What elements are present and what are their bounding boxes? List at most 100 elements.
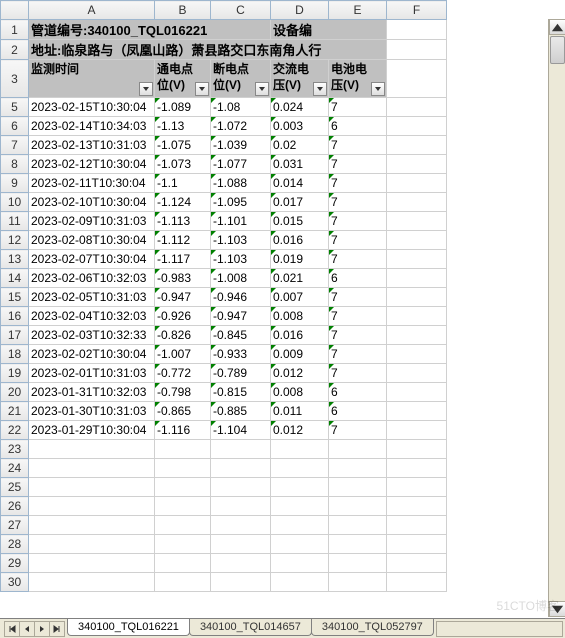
cell-ac[interactable]: 0.019 bbox=[271, 250, 329, 269]
row-header[interactable]: 24 bbox=[1, 459, 29, 478]
cell-time[interactable]: 2023-02-13T10:31:03 bbox=[29, 136, 155, 155]
cell-on[interactable]: -0.826 bbox=[155, 326, 211, 345]
cell-ac[interactable]: 0.021 bbox=[271, 269, 329, 288]
cell[interactable] bbox=[29, 554, 155, 573]
col-header-A[interactable]: A bbox=[29, 1, 155, 20]
cell[interactable] bbox=[387, 440, 447, 459]
cell-off[interactable]: -1.08 bbox=[211, 98, 271, 117]
cell[interactable] bbox=[29, 478, 155, 497]
cell[interactable] bbox=[387, 345, 447, 364]
cell[interactable] bbox=[387, 554, 447, 573]
cell[interactable] bbox=[387, 231, 447, 250]
cell-on[interactable]: -1.073 bbox=[155, 155, 211, 174]
row-header[interactable]: 27 bbox=[1, 516, 29, 535]
cell-off[interactable]: -0.789 bbox=[211, 364, 271, 383]
header-battery-voltage[interactable]: 电池电压(V) bbox=[329, 60, 387, 98]
cell[interactable] bbox=[329, 459, 387, 478]
cell[interactable] bbox=[387, 421, 447, 440]
select-all-corner[interactable] bbox=[1, 1, 29, 20]
cell-on[interactable]: -1.1 bbox=[155, 174, 211, 193]
cell-on[interactable]: -0.947 bbox=[155, 288, 211, 307]
header-off-potential[interactable]: 断电点位(V) bbox=[211, 60, 271, 98]
row-header[interactable]: 29 bbox=[1, 554, 29, 573]
cell[interactable] bbox=[211, 478, 271, 497]
cell[interactable] bbox=[29, 440, 155, 459]
cell-time[interactable]: 2023-02-14T10:34:03 bbox=[29, 117, 155, 136]
cell[interactable] bbox=[329, 478, 387, 497]
cell-ac[interactable]: 0.008 bbox=[271, 307, 329, 326]
cell[interactable] bbox=[271, 497, 329, 516]
cell-off[interactable]: -0.845 bbox=[211, 326, 271, 345]
cell-on[interactable]: -1.13 bbox=[155, 117, 211, 136]
filter-button[interactable] bbox=[313, 82, 327, 96]
cell-batt[interactable]: 7 bbox=[329, 288, 387, 307]
cell[interactable] bbox=[211, 535, 271, 554]
device-id-cell[interactable]: 设备编 bbox=[271, 20, 387, 40]
cell[interactable] bbox=[387, 478, 447, 497]
cell-off[interactable]: -1.103 bbox=[211, 231, 271, 250]
cell[interactable] bbox=[387, 288, 447, 307]
cell[interactable] bbox=[329, 535, 387, 554]
cell[interactable] bbox=[155, 535, 211, 554]
cell[interactable] bbox=[329, 440, 387, 459]
row-header[interactable]: 25 bbox=[1, 478, 29, 497]
col-header-F[interactable]: F bbox=[387, 1, 447, 20]
cell-time[interactable]: 2023-02-05T10:31:03 bbox=[29, 288, 155, 307]
cell-ac[interactable]: 0.007 bbox=[271, 288, 329, 307]
cell-off[interactable]: -1.103 bbox=[211, 250, 271, 269]
cell-time[interactable]: 2023-02-09T10:31:03 bbox=[29, 212, 155, 231]
cell[interactable] bbox=[387, 60, 447, 98]
cell[interactable] bbox=[387, 40, 447, 60]
cell[interactable] bbox=[155, 459, 211, 478]
cell-time[interactable]: 2023-02-08T10:30:04 bbox=[29, 231, 155, 250]
col-header-B[interactable]: B bbox=[155, 1, 211, 20]
row-header[interactable]: 12 bbox=[1, 231, 29, 250]
sheet-tab[interactable]: 340100_TQL016221 bbox=[67, 619, 190, 636]
row-header[interactable]: 3 bbox=[1, 60, 29, 98]
col-header-C[interactable]: C bbox=[211, 1, 271, 20]
cell[interactable] bbox=[155, 440, 211, 459]
cell-time[interactable]: 2023-01-31T10:32:03 bbox=[29, 383, 155, 402]
row-header[interactable]: 11 bbox=[1, 212, 29, 231]
cell[interactable] bbox=[271, 478, 329, 497]
cell-batt[interactable]: 6 bbox=[329, 269, 387, 288]
cell[interactable] bbox=[155, 516, 211, 535]
cell-batt[interactable]: 7 bbox=[329, 155, 387, 174]
cell[interactable] bbox=[271, 535, 329, 554]
sheet-tab[interactable]: 340100_TQL052797 bbox=[311, 619, 434, 636]
cell[interactable] bbox=[329, 573, 387, 592]
cell[interactable] bbox=[387, 20, 447, 40]
cell-batt[interactable]: 7 bbox=[329, 364, 387, 383]
cell[interactable] bbox=[387, 573, 447, 592]
header-time[interactable]: 监测时间 bbox=[29, 60, 155, 98]
cell[interactable] bbox=[29, 497, 155, 516]
cell-on[interactable]: -1.117 bbox=[155, 250, 211, 269]
cell-batt[interactable]: 7 bbox=[329, 98, 387, 117]
cell[interactable] bbox=[211, 516, 271, 535]
cell-time[interactable]: 2023-02-06T10:32:03 bbox=[29, 269, 155, 288]
cell[interactable] bbox=[271, 459, 329, 478]
col-header-D[interactable]: D bbox=[271, 1, 329, 20]
cell-on[interactable]: -0.983 bbox=[155, 269, 211, 288]
cell[interactable] bbox=[387, 250, 447, 269]
spreadsheet-grid[interactable]: A B C D E F 1 管道编号:340100_TQL016221 设备编 … bbox=[0, 0, 447, 592]
cell-time[interactable]: 2023-02-15T10:30:04 bbox=[29, 98, 155, 117]
cell[interactable] bbox=[387, 383, 447, 402]
row-header[interactable]: 13 bbox=[1, 250, 29, 269]
cell[interactable] bbox=[387, 212, 447, 231]
row-header[interactable]: 14 bbox=[1, 269, 29, 288]
cell[interactable] bbox=[387, 459, 447, 478]
cell-off[interactable]: -0.885 bbox=[211, 402, 271, 421]
cell-off[interactable]: -1.077 bbox=[211, 155, 271, 174]
row-header[interactable]: 2 bbox=[1, 40, 29, 60]
cell[interactable] bbox=[271, 573, 329, 592]
cell-ac[interactable]: 0.012 bbox=[271, 421, 329, 440]
row-header[interactable]: 22 bbox=[1, 421, 29, 440]
cell[interactable] bbox=[155, 497, 211, 516]
cell[interactable] bbox=[387, 174, 447, 193]
cell-on[interactable]: -1.112 bbox=[155, 231, 211, 250]
cell-on[interactable]: -0.772 bbox=[155, 364, 211, 383]
cell-on[interactable]: -0.865 bbox=[155, 402, 211, 421]
cell[interactable] bbox=[387, 136, 447, 155]
cell-time[interactable]: 2023-02-12T10:30:04 bbox=[29, 155, 155, 174]
